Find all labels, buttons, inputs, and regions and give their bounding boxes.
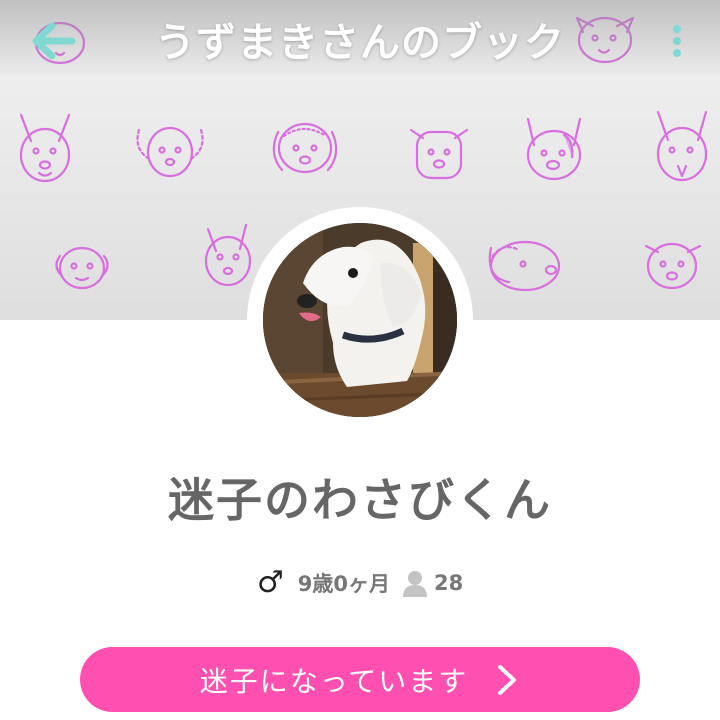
dog-doodle [272, 122, 338, 174]
more-menu-button[interactable] [662, 20, 692, 64]
profile-meta: ♂ 9歳0ヶ月 28 [0, 563, 720, 603]
dog-doodle [644, 242, 702, 290]
arrow-left-icon [32, 22, 76, 60]
dog-doodle [19, 113, 71, 183]
lost-status-label: 迷子になっています [199, 664, 469, 698]
dog-doodle [136, 126, 204, 178]
app-bar: うずまきさんのブック [0, 0, 720, 80]
age-label: 9歳0ヶ月 [297, 572, 390, 596]
pet-avatar[interactable] [263, 223, 457, 417]
pet-name: 迷子のわさびくん [168, 473, 552, 527]
lost-status-button[interactable]: 迷子になっています [80, 647, 640, 712]
back-button[interactable] [28, 18, 78, 64]
person-icon [402, 571, 427, 597]
dog-photo [263, 223, 457, 417]
dog-doodle [656, 110, 708, 182]
dog-doodle [204, 223, 252, 287]
dog-doodle [55, 246, 109, 290]
page-title: うずまきさんのブック [155, 20, 565, 66]
dog-doodle [409, 128, 469, 180]
chevron-right-icon [498, 664, 517, 695]
follower-count: 28 [433, 571, 464, 595]
dog-doodle [526, 117, 582, 181]
more-vertical-icon [673, 25, 681, 57]
dog-doodle [488, 240, 561, 292]
male-icon: ♂ [256, 565, 284, 600]
